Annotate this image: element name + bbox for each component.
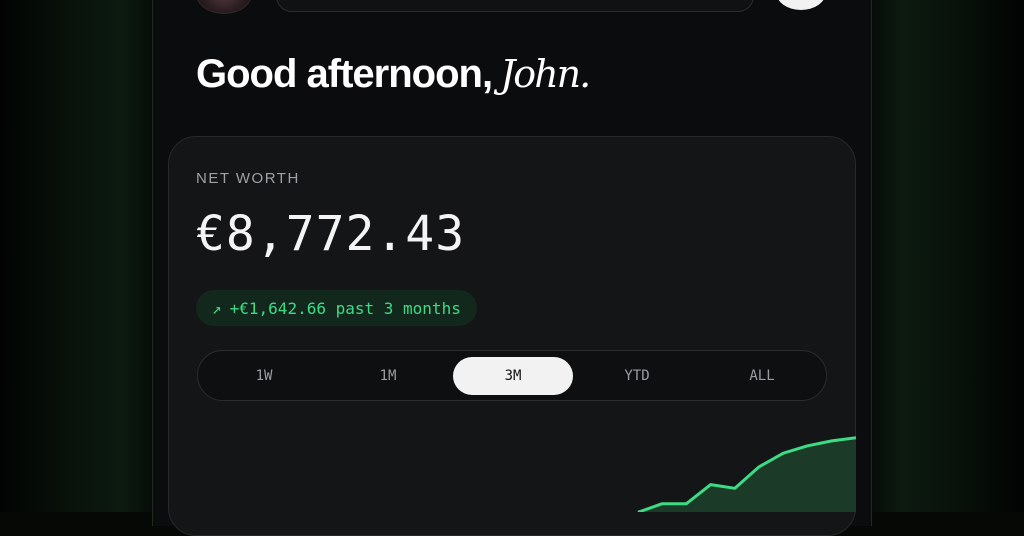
tab-ytd[interactable]: YTD xyxy=(577,357,697,395)
change-text: +€1,642.66 past 3 months xyxy=(229,298,461,318)
chart-area xyxy=(638,437,856,512)
tab-1w[interactable]: 1W xyxy=(204,357,324,395)
net-worth-value: €8,772.43 xyxy=(196,206,466,262)
tab-1m[interactable]: 1M xyxy=(328,357,448,395)
arrow-up-right-icon: ↗ xyxy=(212,298,222,318)
greeting-text: Good afternoon, xyxy=(196,52,493,96)
greeting: Good afternoon, John. xyxy=(196,52,591,102)
user-name: John. xyxy=(500,52,591,96)
search-input[interactable] xyxy=(276,0,754,12)
net-worth-label: NET WORTH xyxy=(196,170,300,187)
tab-all[interactable]: ALL xyxy=(702,357,822,395)
net-worth-chart xyxy=(637,436,856,512)
tab-3m[interactable]: 3M xyxy=(453,357,573,395)
change-badge: ↗ +€1,642.66 past 3 months xyxy=(196,290,477,326)
range-selector: 1W 1M 3M YTD ALL xyxy=(197,350,827,401)
